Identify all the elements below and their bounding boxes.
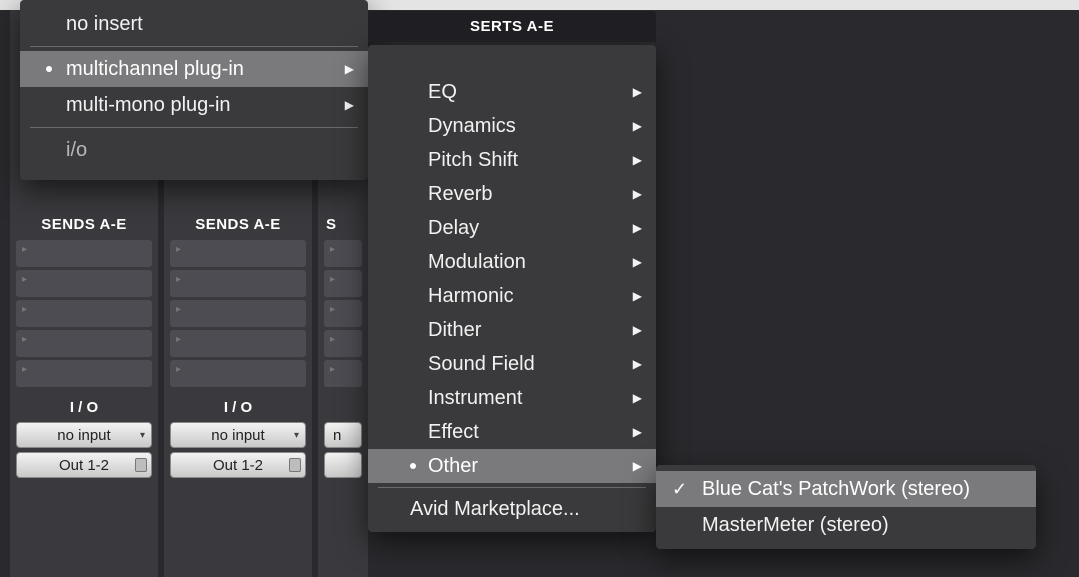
selected-bullet-icon (46, 66, 52, 72)
io-section-label: I / O (10, 397, 158, 418)
chevron-right-icon: ▶ (633, 357, 642, 371)
menu-item-label: Pitch Shift (428, 149, 518, 172)
menu-item-eq[interactable]: EQ ▶ (368, 75, 656, 109)
menu-item-io[interactable]: i/o (20, 132, 368, 168)
menu-item-label: Avid Marketplace... (410, 498, 580, 521)
chevron-right-icon: ▶ (633, 323, 642, 337)
menu-item-label: multichannel plug-in (66, 58, 244, 81)
check-icon: ✓ (672, 479, 687, 500)
send-slot[interactable] (170, 300, 306, 327)
menu-item-label: Blue Cat's PatchWork (stereo) (702, 478, 970, 501)
menu-item-label: Harmonic (428, 285, 514, 308)
chevron-right-icon: ▶ (633, 425, 642, 439)
menu-item-label: Instrument (428, 387, 522, 410)
output-label: Out 1-2 (59, 457, 109, 474)
input-label-partial: n (333, 427, 341, 444)
menu-separator (30, 127, 358, 128)
io-section-label-partial (318, 397, 368, 418)
chevron-right-icon: ▶ (633, 221, 642, 235)
menu-item-label: Delay (428, 217, 479, 240)
send-slot[interactable] (16, 330, 152, 357)
menu-item-label: Effect (428, 421, 479, 444)
output-selector[interactable]: Out 1-2 (170, 452, 306, 478)
output-label: Out 1-2 (213, 457, 263, 474)
output-selector[interactable]: Out 1-2 (16, 452, 152, 478)
chevron-right-icon: ▶ (633, 255, 642, 269)
inserts-header-behind: SERTS A-E (368, 11, 656, 42)
send-slot[interactable] (324, 270, 362, 297)
menu-item-instrument[interactable]: Instrument ▶ (368, 381, 656, 415)
dropdown-caret-icon: ▾ (294, 430, 299, 441)
send-slot[interactable] (16, 360, 152, 387)
menu-item-label: no insert (66, 13, 143, 36)
input-selector-partial[interactable]: n (324, 422, 362, 448)
output-selector-partial[interactable] (324, 452, 362, 478)
chevron-right-icon: ▶ (633, 459, 642, 473)
selected-bullet-icon (410, 463, 416, 469)
send-slot[interactable] (170, 360, 306, 387)
chevron-right-icon: ▶ (633, 85, 642, 99)
chevron-right-icon: ▶ (633, 153, 642, 167)
menu-item-label: multi-mono plug-in (66, 94, 231, 117)
menu-item-label: Modulation (428, 251, 526, 274)
chevron-right-icon: ▶ (345, 62, 354, 76)
menu-item-dynamics[interactable]: Dynamics ▶ (368, 109, 656, 143)
chevron-right-icon: ▶ (633, 391, 642, 405)
menu-item-label: Sound Field (428, 353, 535, 376)
send-slot[interactable] (170, 240, 306, 267)
menu-item-label: EQ (428, 81, 457, 104)
menu-item-label: MasterMeter (stereo) (702, 514, 889, 537)
chevron-right-icon: ▶ (633, 187, 642, 201)
input-label: no input (211, 427, 264, 444)
menu-item-delay[interactable]: Delay ▶ (368, 211, 656, 245)
sends-label: SENDS A-E (10, 210, 158, 237)
menu-item-label: Reverb (428, 183, 492, 206)
plugin-list-menu: ✓ Blue Cat's PatchWork (stereo) MasterMe… (656, 465, 1036, 549)
chevron-right-icon: ▶ (633, 289, 642, 303)
send-slot[interactable] (324, 300, 362, 327)
menu-separator (378, 487, 646, 488)
io-section-label: I / O (164, 397, 312, 418)
sends-label-partial: S (318, 210, 368, 237)
input-label: no input (57, 427, 110, 444)
menu-item-other[interactable]: Other ▶ (368, 449, 656, 483)
menu-item-harmonic[interactable]: Harmonic ▶ (368, 279, 656, 313)
send-slot[interactable] (170, 270, 306, 297)
menu-item-label: Other (428, 455, 478, 478)
menu-item-no-insert[interactable]: no insert (20, 6, 368, 42)
send-slot[interactable] (324, 240, 362, 267)
insert-context-menu: no insert multichannel plug-in ▶ multi-m… (20, 0, 368, 180)
menu-item-multichannel-plugin[interactable]: multichannel plug-in ▶ (20, 51, 368, 87)
menu-item-effect[interactable]: Effect ▶ (368, 415, 656, 449)
input-selector[interactable]: no input ▾ (16, 422, 152, 448)
menu-item-dither[interactable]: Dither ▶ (368, 313, 656, 347)
send-slot[interactable] (16, 270, 152, 297)
menu-item-mastermeter[interactable]: MasterMeter (stereo) (656, 507, 1036, 543)
menu-item-multimono-plugin[interactable]: multi-mono plug-in ▶ (20, 87, 368, 123)
menu-item-sound-field[interactable]: Sound Field ▶ (368, 347, 656, 381)
send-slot[interactable] (16, 300, 152, 327)
menu-item-label: Dynamics (428, 115, 516, 138)
send-slot[interactable] (324, 330, 362, 357)
menu-item-pitch-shift[interactable]: Pitch Shift ▶ (368, 143, 656, 177)
menu-item-bluecat-patchwork[interactable]: ✓ Blue Cat's PatchWork (stereo) (656, 471, 1036, 507)
menu-item-reverb[interactable]: Reverb ▶ (368, 177, 656, 211)
send-slot[interactable] (16, 240, 152, 267)
sends-label: SENDS A-E (164, 210, 312, 237)
plugin-category-menu: SERTS A-E EQ ▶ Dynamics ▶ Pitch Shift ▶ … (368, 45, 656, 532)
chevron-right-icon: ▶ (633, 119, 642, 133)
menu-separator (30, 46, 358, 47)
chevron-right-icon: ▶ (345, 98, 354, 112)
menu-item-modulation[interactable]: Modulation ▶ (368, 245, 656, 279)
menu-item-avid-marketplace[interactable]: Avid Marketplace... (368, 492, 656, 526)
output-tab-icon (135, 458, 147, 472)
menu-item-label: i/o (66, 139, 87, 162)
input-selector[interactable]: no input ▾ (170, 422, 306, 448)
dropdown-caret-icon: ▾ (140, 430, 145, 441)
send-slot[interactable] (324, 360, 362, 387)
menu-item-label: Dither (428, 319, 481, 342)
send-slot[interactable] (170, 330, 306, 357)
output-tab-icon (289, 458, 301, 472)
